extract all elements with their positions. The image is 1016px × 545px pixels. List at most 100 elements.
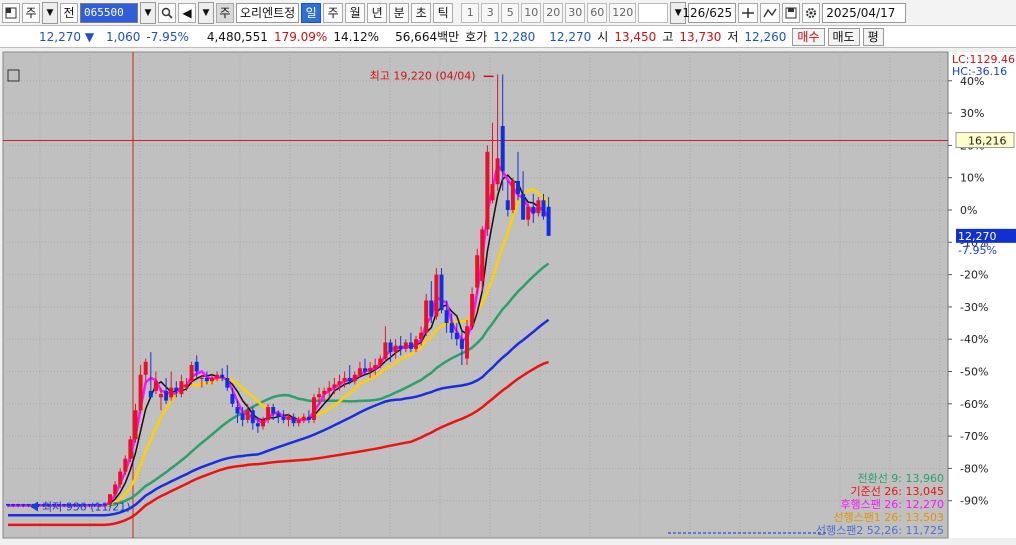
type-selector[interactable]: 전 bbox=[60, 2, 78, 23]
low-price: 12,260 bbox=[741, 30, 789, 44]
interval-120[interactable]: 120 bbox=[609, 2, 637, 23]
candle-body bbox=[419, 332, 424, 340]
high-price-text: 13,730 bbox=[679, 29, 722, 44]
period-minute-label: 분 bbox=[393, 6, 405, 20]
stock-code-input[interactable] bbox=[80, 2, 138, 23]
price-change-text: 1,060 bbox=[106, 29, 141, 44]
speaker-icon[interactable]: ◀ bbox=[178, 2, 196, 23]
interval-3[interactable]: 3 bbox=[481, 2, 500, 23]
y-tick-label: -90% bbox=[960, 495, 988, 508]
candle-body bbox=[235, 407, 240, 414]
toolbar: 주 ▼ 전 ▼ ◀ ▼ 주 오리엔트정 일 주 월 년 분 초 틱 1 3 5 … bbox=[0, 0, 1016, 26]
window-icon[interactable] bbox=[2, 2, 20, 23]
interval-1[interactable]: 1 bbox=[461, 2, 480, 23]
candle-body bbox=[465, 326, 469, 359]
draw-tool-icon[interactable] bbox=[760, 2, 781, 23]
turnover-text: 14.12% bbox=[333, 29, 380, 44]
min-price-annotation: 최저 936 (11/21) bbox=[42, 501, 131, 514]
period-second[interactable]: 초 bbox=[411, 2, 432, 23]
price-change: 1,060 bbox=[103, 30, 143, 44]
period-tick[interactable]: 틱 bbox=[433, 2, 454, 23]
eval-button[interactable]: 평 bbox=[862, 27, 884, 46]
max-price-annotation: 최고 19,220 (04/04) bbox=[370, 69, 476, 82]
candle-body bbox=[470, 293, 475, 327]
price-chart[interactable]: 40%30%20%10%0%-10%-20%-30%-40%-50%-60%-7… bbox=[0, 48, 1016, 542]
price-change-pct-text: -7.95% bbox=[146, 29, 189, 44]
candle-body bbox=[261, 419, 265, 427]
candle-body bbox=[143, 361, 148, 375]
open-label-text: 시 bbox=[597, 30, 609, 44]
interval-20[interactable]: 20 bbox=[543, 2, 564, 23]
candle-body bbox=[531, 206, 536, 214]
interval-20-label: 20 bbox=[546, 6, 561, 19]
speaker-dropdown-icon[interactable]: ▼ bbox=[198, 1, 214, 24]
code-dropdown-icon[interactable]: ▼ bbox=[140, 1, 156, 24]
buy-button-label: 매수 bbox=[797, 30, 820, 44]
candle-body bbox=[373, 365, 378, 369]
period-week[interactable]: 주 bbox=[323, 2, 344, 23]
search-icon[interactable] bbox=[158, 2, 176, 23]
sell-button-label: 매도 bbox=[832, 30, 855, 44]
trade-amount-text: 56,664백만 bbox=[395, 30, 460, 44]
bid-price-2-text: 12,270 bbox=[549, 29, 592, 44]
bid-price-1: 12,280 bbox=[490, 30, 538, 44]
candle-body bbox=[291, 416, 296, 424]
save-icon[interactable] bbox=[782, 2, 801, 23]
stock-info-icon[interactable]: 주 bbox=[216, 2, 234, 23]
candle-body bbox=[495, 158, 500, 185]
candle-body bbox=[240, 413, 245, 420]
legend-entry: 기준선 26: 13,045 bbox=[850, 485, 944, 498]
bid-price-1-text: 12,280 bbox=[493, 29, 536, 44]
period-minute[interactable]: 분 bbox=[389, 2, 410, 23]
market-dropdown-icon[interactable]: ▼ bbox=[42, 1, 58, 24]
high-label: 고 bbox=[659, 28, 676, 45]
candle-body bbox=[118, 471, 123, 485]
candle-body bbox=[516, 180, 520, 194]
stock-name-text: 오리엔트정 bbox=[240, 6, 296, 20]
y-tick-label: -30% bbox=[960, 301, 988, 314]
candle-body bbox=[225, 377, 230, 388]
candle-body bbox=[363, 368, 367, 372]
settings-icon[interactable] bbox=[802, 2, 821, 23]
custom-interval-input[interactable] bbox=[638, 2, 669, 23]
chart-area[interactable]: 40%30%20%10%0%-10%-20%-30%-40%-50%-60%-7… bbox=[0, 48, 1016, 542]
interval-30[interactable]: 30 bbox=[565, 2, 586, 23]
interval-60[interactable]: 60 bbox=[587, 2, 608, 23]
candle-body bbox=[301, 416, 306, 420]
buy-button[interactable]: 매수 bbox=[792, 27, 825, 46]
candle-body bbox=[133, 410, 138, 440]
candle-body bbox=[332, 384, 337, 388]
crosshair-value-label: 16,216 bbox=[968, 135, 1007, 148]
sell-button[interactable]: 매도 bbox=[827, 27, 860, 46]
candle-body bbox=[11, 503, 16, 506]
candle-body bbox=[123, 458, 128, 472]
candle-body bbox=[164, 390, 169, 401]
interval-5[interactable]: 5 bbox=[501, 2, 520, 23]
candle-body bbox=[357, 368, 362, 375]
y-tick-label: 10% bbox=[960, 172, 984, 185]
candle-body bbox=[388, 342, 393, 353]
add-indicator-icon[interactable] bbox=[738, 2, 759, 23]
candle-body bbox=[113, 484, 118, 495]
period-day-label: 일 bbox=[305, 6, 317, 20]
legend-entry: 후행스팬 26: 12,270 bbox=[840, 498, 944, 511]
zigzag-icon bbox=[763, 8, 777, 17]
period-month[interactable]: 월 bbox=[345, 2, 366, 23]
hc-label: HC:-36.16 bbox=[952, 65, 1007, 78]
candle-body bbox=[312, 397, 316, 420]
period-week-label: 주 bbox=[327, 6, 339, 20]
volume: 4,480,551 bbox=[204, 30, 271, 44]
interval-10[interactable]: 10 bbox=[521, 2, 542, 23]
volume-ratio: 179.09% bbox=[271, 30, 330, 44]
y-tick-label: -40% bbox=[960, 333, 988, 346]
period-year[interactable]: 년 bbox=[367, 2, 388, 23]
market-selector[interactable]: 주 bbox=[22, 2, 40, 23]
type-label: 전 bbox=[63, 6, 75, 20]
bid-label: 호가 bbox=[462, 28, 490, 45]
period-day[interactable]: 일 bbox=[301, 2, 322, 23]
disk-icon bbox=[785, 7, 797, 18]
period-second-label: 초 bbox=[415, 6, 427, 20]
date-field[interactable]: 2025/04/17 bbox=[822, 2, 907, 23]
candle-body bbox=[306, 416, 311, 420]
candle-body bbox=[148, 390, 153, 398]
